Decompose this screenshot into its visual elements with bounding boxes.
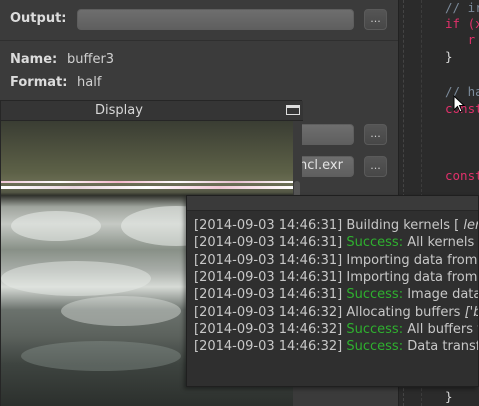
water-spray (21, 341, 181, 371)
water-spray (61, 296, 181, 326)
maximize-icon[interactable] (286, 105, 300, 115)
log-titlebar[interactable] (187, 196, 478, 211)
log-message: Allocating buffers (346, 304, 465, 320)
log-status-success: Success: (346, 235, 404, 251)
display-titlebar[interactable]: Display (1, 101, 303, 121)
log-message: Importing data from (346, 269, 478, 285)
log-timestamp: [2014-09-03 14:46:31] (194, 269, 343, 285)
log-entry: [2014-09-03 14:46:31] Importing data fro… (194, 253, 477, 268)
log-status-success: Success: (346, 287, 404, 303)
log-timestamp: [2014-09-03 14:46:31] (194, 252, 343, 268)
log-entry: [2014-09-03 14:46:31] Success: All kerne… (194, 235, 474, 250)
log-status-success: Success: (346, 339, 404, 355)
log-window[interactable]: [2014-09-03 14:46:31] Building kernels [… (186, 195, 479, 387)
log-entry: [2014-09-03 14:46:32] Success: All buffe… (194, 321, 479, 337)
code-line: if (x (445, 16, 479, 31)
code-line: const (445, 168, 479, 183)
log-timestamp: [2014-09-03 14:46:32] (194, 321, 343, 337)
log-timestamp: [2014-09-03 14:46:32] (194, 304, 343, 320)
log-timestamp: [2014-09-03 14:46:32] (194, 339, 343, 355)
log-entry: [2014-09-03 14:46:31] Importing data fro… (194, 270, 477, 285)
input-browse-button[interactable]: ... (364, 124, 387, 145)
display-title: Display (95, 103, 143, 118)
format-value: half (77, 75, 102, 90)
log-timestamp: [2014-09-03 14:46:31] (194, 235, 343, 251)
output-label: Output: (10, 11, 67, 26)
divider (0, 40, 398, 41)
log-message: Importing data from (346, 252, 478, 268)
log-message-detail: ler (463, 218, 479, 233)
log-entry: [2014-09-03 14:46:32] Allocating buffers… (194, 304, 478, 320)
log-entry: [2014-09-03 14:46:31] Building kernels [… (194, 218, 479, 233)
log-message-detail: ['b (464, 304, 478, 320)
format-label: Format: (10, 75, 68, 90)
name-value: buffer3 (67, 52, 115, 67)
log-entry: [2014-09-03 14:46:31] Success: Image dat… (194, 287, 479, 303)
water-spray (11, 211, 101, 241)
name-label: Name: (10, 52, 58, 67)
mouse-cursor-icon (453, 95, 465, 113)
log-message: Image data (407, 287, 479, 303)
water-spray (1, 261, 151, 296)
highlight-streak (1, 186, 293, 189)
log-message: All kernels (407, 235, 475, 251)
code-line: // ir (445, 0, 479, 15)
highlight-streak (1, 181, 293, 183)
log-entry: [2014-09-03 14:46:32] Success: Data tran… (194, 339, 479, 355)
code-line: } (445, 389, 453, 404)
code-line: r (445, 32, 476, 47)
output-browse-button[interactable]: ... (364, 9, 387, 30)
log-message: Building kernels [ (346, 218, 464, 233)
log-timestamp: [2014-09-03 14:46:31] (194, 218, 343, 233)
log-status-success: Success: (346, 321, 404, 337)
log-message: All buffers v (407, 321, 479, 337)
log-message: Data transf (407, 339, 479, 355)
log-timestamp: [2014-09-03 14:46:31] (194, 287, 343, 303)
input-file-browse-button[interactable]: ... (364, 156, 387, 177)
code-line: } (445, 49, 453, 64)
output-path-field[interactable] (77, 9, 354, 30)
